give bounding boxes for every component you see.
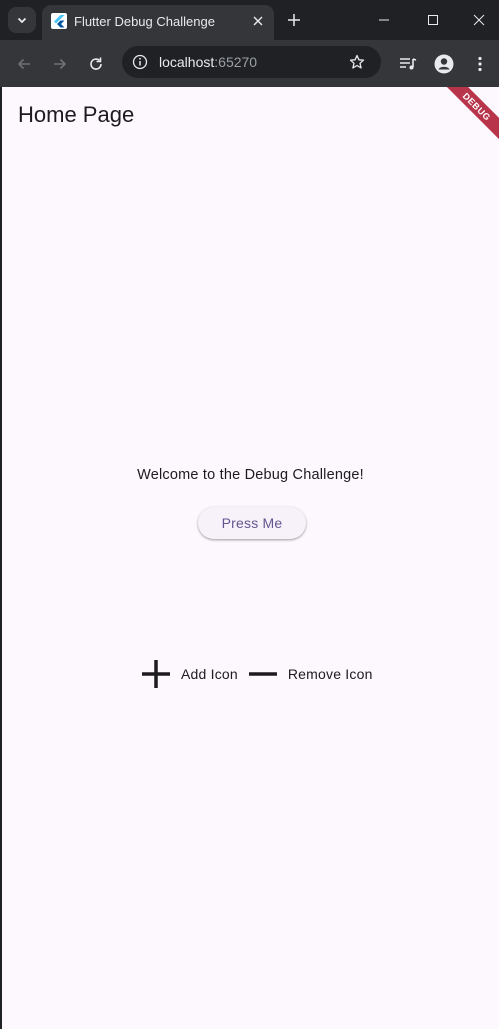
more-vert-icon xyxy=(478,56,482,72)
icon-row: Add Icon Remove Icon xyxy=(141,659,383,689)
page-title: Home Page xyxy=(18,102,135,127)
debug-banner: DEBUG xyxy=(437,87,499,146)
active-tab[interactable]: Flutter Debug Challenge xyxy=(42,5,274,40)
address-bar[interactable]: localhost:65270 xyxy=(122,46,381,78)
press-me-button[interactable]: Press Me xyxy=(198,507,306,539)
arrow-right-icon xyxy=(54,58,67,70)
maximize-button[interactable] xyxy=(419,6,447,34)
add-icon-label: Add Icon xyxy=(181,666,238,682)
tab-search-button[interactable] xyxy=(8,7,36,33)
remove-icon-label: Remove Icon xyxy=(287,666,373,682)
bookmark-star-icon[interactable] xyxy=(347,52,367,72)
close-window-button[interactable] xyxy=(465,6,493,34)
debug-banner-label: DEBUG xyxy=(461,90,493,123)
tab-close-button[interactable] xyxy=(248,11,268,31)
arrow-left-icon xyxy=(17,58,30,70)
maximize-icon xyxy=(428,15,438,25)
close-icon xyxy=(473,14,485,26)
flutter-logo-icon xyxy=(51,13,67,29)
avatar-icon xyxy=(434,54,454,74)
reload-icon xyxy=(90,57,102,70)
tab-title: Flutter Debug Challenge xyxy=(74,14,215,29)
url-text: localhost:65270 xyxy=(159,54,257,70)
reload-button[interactable] xyxy=(82,50,110,78)
press-me-label: Press Me xyxy=(221,515,283,531)
queue-music-icon xyxy=(400,58,417,70)
browser-window: Flutter Debug Challenge localhost:65270 … xyxy=(0,0,499,1029)
plus-icon xyxy=(288,14,300,26)
minimize-icon xyxy=(379,19,389,21)
tab-strip: Flutter Debug Challenge xyxy=(0,0,499,40)
minimize-button[interactable] xyxy=(370,6,398,34)
url-host: localhost xyxy=(159,54,215,70)
new-tab-button[interactable] xyxy=(282,8,306,32)
app-page: Home Page DEBUG Welcome to the Debug Cha… xyxy=(2,87,499,1029)
remove-icon xyxy=(248,672,277,676)
url-port: :65270 xyxy=(214,54,258,70)
site-info-icon[interactable] xyxy=(130,52,150,72)
profile-button[interactable] xyxy=(430,50,458,78)
close-icon xyxy=(253,16,263,26)
browser-menu-button[interactable] xyxy=(466,50,494,78)
chevron-down-icon xyxy=(17,17,27,24)
back-button[interactable] xyxy=(10,50,38,78)
forward-button[interactable] xyxy=(46,50,74,78)
add-icon xyxy=(142,660,170,688)
welcome-text: Welcome to the Debug Challenge! xyxy=(137,467,364,483)
media-control-button[interactable] xyxy=(394,50,422,78)
browser-toolbar: localhost:65270 xyxy=(0,40,499,87)
